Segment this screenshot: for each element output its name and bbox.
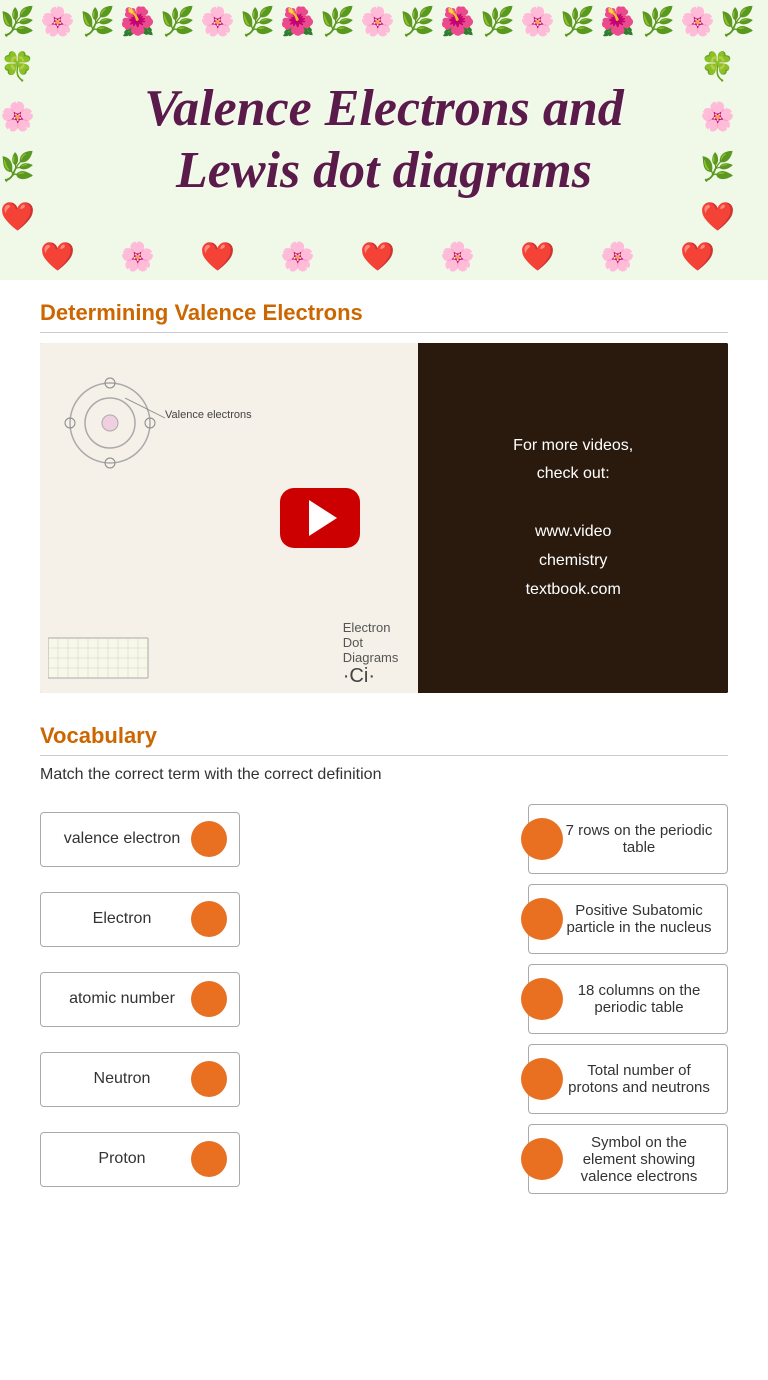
matching-row-1: valence electron 7 rows on the periodic …	[40, 804, 728, 874]
video-text-line1: For more videos,	[513, 437, 633, 454]
def-text-1: 7 rows on the periodic table	[563, 822, 715, 856]
term-dot-1[interactable]	[191, 821, 227, 857]
term-label-1: valence electron	[53, 830, 191, 848]
def-text-4: Total number of protons and neutrons	[563, 1062, 715, 1096]
video-text-line2: check out:	[537, 465, 610, 482]
term-box-4[interactable]: Neutron	[40, 1052, 240, 1107]
term-box-2[interactable]: Electron	[40, 892, 240, 947]
def-box-1[interactable]: 7 rows on the periodic table	[528, 804, 728, 874]
vocab-section: Vocabulary Match the correct term with t…	[40, 723, 728, 1194]
header-title: Valence Electrons and Lewis dot diagrams	[84, 58, 684, 223]
matching-row-3: atomic number 18 columns on the periodic…	[40, 964, 728, 1034]
def-dot-5[interactable]	[521, 1138, 563, 1180]
def-dot-1[interactable]	[521, 818, 563, 860]
svg-text:Valence electrons: Valence electrons	[165, 409, 252, 421]
def-dot-2[interactable]	[521, 898, 563, 940]
term-label-5: Proton	[53, 1150, 191, 1168]
video-container[interactable]: Valence electrons periodic table	[40, 343, 728, 693]
matching-row-4: Neutron Total number of protons and neut…	[40, 1044, 728, 1114]
header-banner: 🌿 🌸 🌿 🌺 🌿 🌸 🌿 🌺 🌿 🌸 🌿 🌺 🌿 🌸 🌿 🌺 🌿 🌸 🌿 🍀 …	[0, 0, 768, 280]
matching-row-2: Electron Positive Subatomic particle in …	[40, 884, 728, 954]
main-content: Determining Valence Electrons Valence el…	[0, 280, 768, 1214]
video-url2: chemistry	[539, 552, 607, 569]
video-url3: textbook.com	[526, 581, 621, 598]
term-label-3: atomic number	[53, 990, 191, 1008]
term-box-3[interactable]: atomic number	[40, 972, 240, 1027]
def-text-5: Symbol on the element showing valence el…	[563, 1134, 715, 1185]
term-box-1[interactable]: valence electron	[40, 812, 240, 867]
def-box-2[interactable]: Positive Subatomic particle in the nucle…	[528, 884, 728, 954]
def-box-5[interactable]: Symbol on the element showing valence el…	[528, 1124, 728, 1194]
def-box-3[interactable]: 18 columns on the periodic table	[528, 964, 728, 1034]
term-label-2: Electron	[53, 910, 191, 928]
def-box-4[interactable]: Total number of protons and neutrons	[528, 1044, 728, 1114]
play-button[interactable]	[280, 488, 360, 548]
def-dot-4[interactable]	[521, 1058, 563, 1100]
video-right-panel: For more videos, check out: www.video ch…	[418, 343, 728, 693]
term-label-4: Neutron	[53, 1070, 191, 1088]
matching-row-5: Proton Symbol on the element showing val…	[40, 1124, 728, 1194]
def-text-3: 18 columns on the periodic table	[563, 982, 715, 1016]
def-text-2: Positive Subatomic particle in the nucle…	[563, 902, 715, 936]
term-dot-4[interactable]	[191, 1061, 227, 1097]
video-url1: www.video	[535, 523, 611, 540]
video-left-panel: Valence electrons periodic table	[40, 343, 418, 693]
section1-title: Determining Valence Electrons	[40, 300, 728, 333]
vocab-description: Match the correct term with the correct …	[40, 766, 728, 784]
def-dot-3[interactable]	[521, 978, 563, 1020]
term-dot-5[interactable]	[191, 1141, 227, 1177]
term-dot-3[interactable]	[191, 981, 227, 1017]
vocab-title: Vocabulary	[40, 723, 728, 756]
video-thumbnail: Valence electrons periodic table	[40, 343, 728, 693]
matching-container: valence electron 7 rows on the periodic …	[40, 804, 728, 1194]
term-dot-2[interactable]	[191, 901, 227, 937]
term-box-5[interactable]: Proton	[40, 1132, 240, 1187]
